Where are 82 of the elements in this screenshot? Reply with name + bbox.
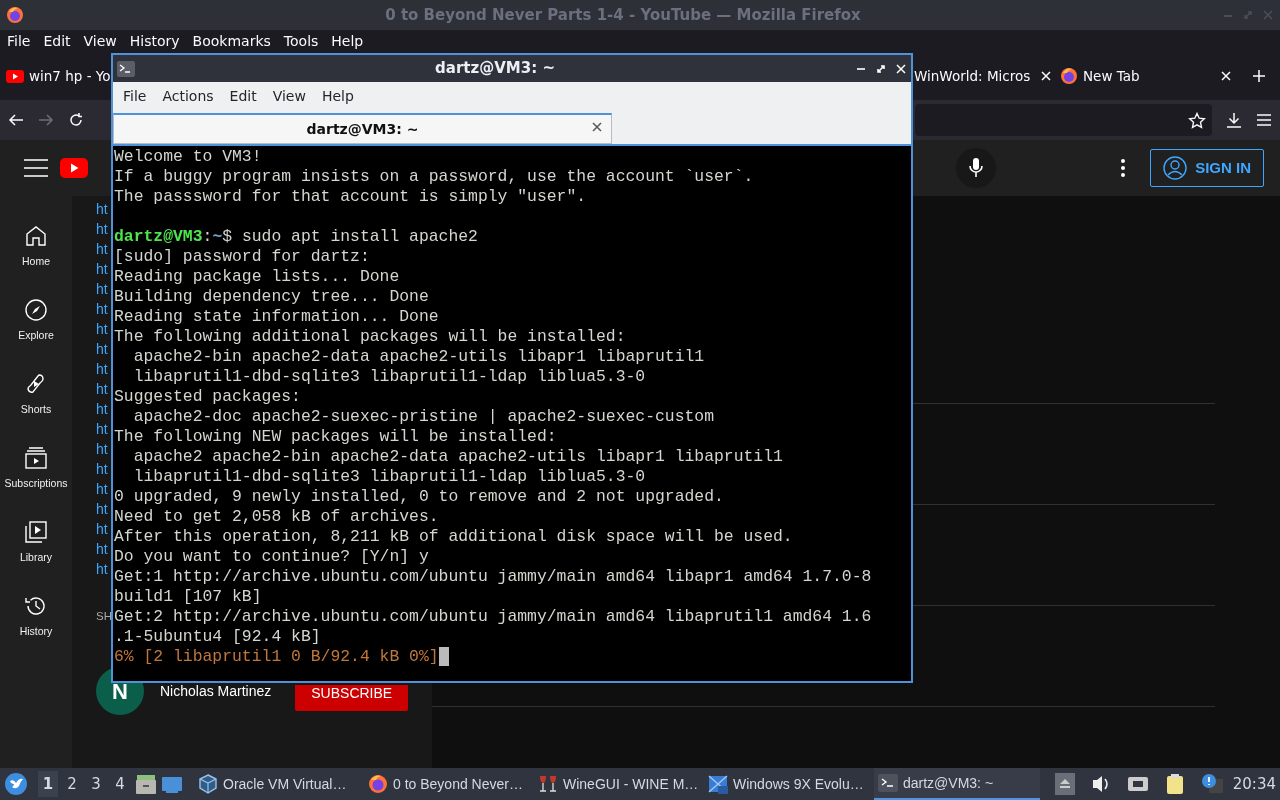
taskbar-task[interactable]: dartz@VM3: ~ (874, 768, 1040, 800)
terminal-line: build1 [107 kB] (114, 587, 263, 607)
terminal-line: If a buggy program insists on a password, use the account `user`. (114, 167, 755, 187)
terminal-line: Do you want to continue? [Y/n] y (114, 547, 430, 567)
menu-item[interactable]: Actions (154, 86, 222, 107)
terminal-line: Get:1 http://archive.ubuntu.com/ubuntu jammy/main amd64 libapr1 amd64 1.7.0-8 (114, 567, 873, 587)
menu-item[interactable]: Edit (43, 30, 71, 52)
workspace-button[interactable]: 4 (110, 771, 130, 797)
browser-tab[interactable]: win7 hp - Yo (2, 58, 115, 94)
channel-name[interactable]: Nicholas Martinez (160, 680, 272, 702)
link[interactable]: ht (96, 439, 108, 459)
taskbar-task[interactable]: Windows 9X Evolu… (704, 768, 870, 800)
terminal-line: libaprutil1-dbd-sqlite3 libaprutil1-ldap liblua5.3-0 (132, 367, 647, 387)
clock[interactable]: 20:34 (1232, 772, 1276, 796)
menu-item[interactable]: Help (313, 86, 362, 107)
link[interactable]: ht (96, 379, 108, 399)
menu-item[interactable]: Bookmarks (192, 30, 271, 52)
window-title: 0 to Beyond Never Parts 1-4 - YouTube — Mozilla Firefox (384, 4, 862, 26)
link[interactable]: ht (96, 339, 108, 359)
terminal-line: 0 upgraded, 9 newly installed, 0 to remove and 2 not upgraded. (114, 487, 725, 507)
terminal-line: Building dependency tree... Done (114, 287, 430, 307)
terminal-line: The following additional packages will be installed: (114, 327, 627, 347)
sidebar-item[interactable]: Shorts (0, 358, 72, 432)
terminal-line: 6% [2 libaprutil1 0 B/92.4 kB 0%] (114, 647, 440, 667)
terminal-line: Suggested packages: (114, 387, 302, 407)
terminal-line: .1-5ubuntu4 [92.4 kB] (114, 627, 322, 647)
link[interactable]: ht (96, 519, 108, 539)
taskbar-task[interactable]: 0 to Beyond Never… (364, 768, 530, 800)
browser-tab[interactable]: WinWorld: Micros (910, 58, 1050, 94)
menu-item[interactable]: History (129, 30, 180, 52)
link[interactable]: ht (96, 399, 108, 419)
workspace-button[interactable]: 2 (62, 771, 82, 797)
link[interactable]: ht (96, 219, 108, 239)
link[interactable]: ht (96, 279, 108, 299)
link[interactable]: ht (96, 239, 108, 259)
workspace-button[interactable]: 3 (86, 771, 106, 797)
terminal-line: Welcome to VM3! (114, 147, 263, 167)
link[interactable]: ht (96, 359, 108, 379)
section-heading: SH (96, 609, 112, 624)
menu-item[interactable]: Edit (221, 86, 265, 107)
terminal-line: apache2-doc apache2-suexec-pristine | apache2-suexec-custom (132, 407, 715, 427)
terminal-line: The following NEW packages will be installed: (114, 427, 558, 447)
link[interactable]: ht (96, 459, 108, 479)
menu-item[interactable]: File (115, 86, 155, 107)
terminal-line: apache2-bin apache2-data apache2-utils libapr1 libaprutil1 (132, 347, 706, 367)
link[interactable]: ht (96, 559, 108, 579)
subscribe-button[interactable]: SUBSCRIBE (295, 685, 409, 712)
link[interactable]: ht (96, 479, 108, 499)
terminal-line: dartz@VM3:~$ sudo apt install apache2 (114, 227, 479, 247)
terminal-line: After this operation, 8,211 kB of additional disk space will be used. (114, 527, 794, 547)
link[interactable]: ht (96, 299, 108, 319)
link[interactable]: ht (96, 259, 108, 279)
terminal-line: Get:2 http://archive.ubuntu.com/ubuntu jammy/main amd64 libaprutil1 amd64 1.6 (114, 607, 873, 627)
menu-item[interactable]: Tools (283, 30, 319, 52)
sidebar-item[interactable]: Home (0, 210, 72, 284)
terminal-line: [sudo] password for dartz: (114, 247, 371, 267)
menu-item[interactable]: File (7, 30, 31, 52)
sidebar-item[interactable]: Subscriptions (0, 432, 72, 506)
terminal-line: Reading state information... Done (114, 307, 440, 327)
sign-in-button[interactable]: SIGN IN (1150, 149, 1264, 187)
link[interactable]: ht (96, 499, 108, 519)
sidebar-item[interactable]: Library (0, 506, 72, 580)
terminal-line: Need to get 2,058 kB of archives. (114, 507, 440, 527)
menu-item[interactable]: View (264, 86, 314, 107)
link[interactable]: ht (96, 319, 108, 339)
sidebar-item[interactable]: History (0, 580, 72, 654)
terminal-line: apache2 apache2-bin apache2-data apache2-utils libapr1 libaprutil1 (132, 447, 784, 467)
terminal-line: libaprutil1-dbd-sqlite3 libaprutil1-ldap liblua5.3-0 (132, 467, 647, 487)
link[interactable]: ht (96, 539, 108, 559)
menu-item[interactable]: View (83, 30, 117, 52)
taskbar-task[interactable]: WineGUI - WINE M… (534, 768, 700, 800)
link[interactable]: ht (96, 199, 108, 219)
window-title: dartz@VM3: ~ (434, 58, 556, 80)
workspace-button[interactable]: 1 (38, 771, 58, 797)
terminal-line: Reading package lists... Done (114, 267, 401, 287)
taskbar-task[interactable]: Oracle VM Virtual… (194, 768, 360, 800)
terminal-tab[interactable]: dartz@VM3: ~ (113, 113, 612, 144)
browser-tab[interactable]: New Tab (1056, 58, 1236, 94)
sidebar-item[interactable]: Explore (0, 284, 72, 358)
menu-item[interactable]: Help (331, 30, 364, 52)
link[interactable]: ht (96, 419, 108, 439)
terminal-line: The passsword for that account is simply "user". (114, 187, 588, 207)
